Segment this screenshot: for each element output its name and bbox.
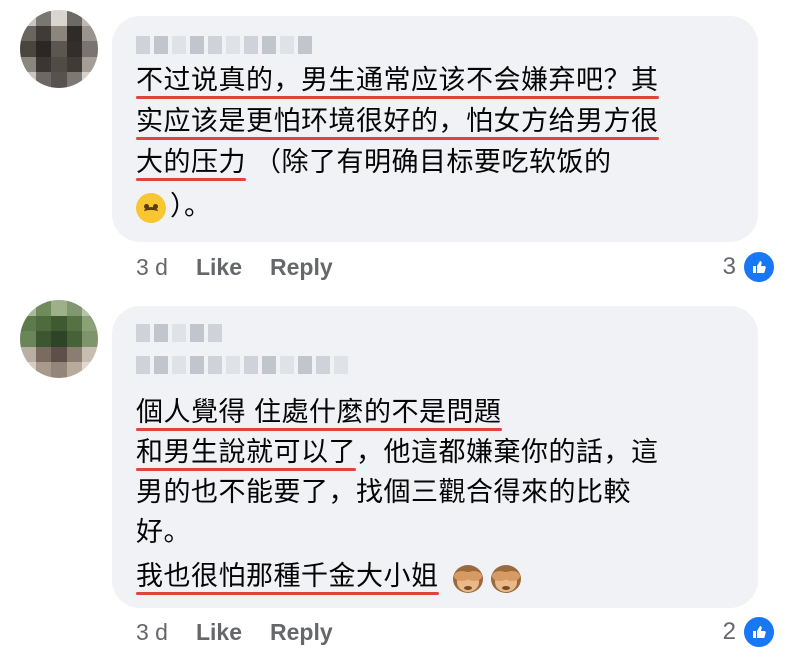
comment-bubble: 個人覺得 住處什麼的不是問題 和男生說就可以了，他這都嫌棄你的話，這 男的也不能…: [112, 306, 758, 608]
like-button[interactable]: Like: [196, 254, 242, 281]
comment-timestamp[interactable]: 3 d: [136, 619, 168, 646]
comment-bubble: 不过说真的，男生通常应该不会嫌弃吧？其 实应该是更怕环境很好的，怕女方给男方很 …: [112, 16, 758, 242]
comment-line: 大的压力 （除了有明确目标要吃软饭的: [136, 142, 612, 182]
commenter-subtitle-blurred: [136, 356, 348, 374]
comment-line: 個人覺得 住處什麼的不是問題: [136, 392, 502, 432]
reaction-summary[interactable]: 2: [723, 615, 776, 649]
upside-down-face-icon: [136, 192, 166, 223]
comment-line: 我也很怕那種千金大小姐: [136, 556, 523, 596]
see-no-evil-monkey-icon: [490, 564, 521, 593]
reply-button[interactable]: Reply: [270, 619, 333, 646]
commenter-name-blurred[interactable]: [136, 36, 312, 54]
comment-line: 和男生說就可以了，他這都嫌棄你的話，這: [136, 432, 659, 472]
comment-actions: 3 d Like Reply: [136, 254, 333, 281]
commenter-name-blurred[interactable]: [136, 324, 222, 342]
see-no-evil-monkey-icon: [452, 564, 483, 593]
comment-line: 男的也不能要了，找個三觀合得來的比較: [136, 477, 631, 507]
comment-line: 不过说真的，男生通常应该不会嫌弃吧？其: [136, 60, 659, 100]
comment-line: 实应该是更怕环境很好的，怕女方给男方很: [136, 101, 659, 141]
comment-line: 好。: [136, 517, 191, 547]
comment-line: ）。: [136, 186, 212, 226]
avatar[interactable]: [20, 10, 98, 88]
thumbs-up-icon: [742, 615, 776, 649]
avatar[interactable]: [20, 300, 98, 378]
reaction-summary[interactable]: 3: [723, 250, 776, 284]
thumbs-up-icon: [742, 250, 776, 284]
like-button[interactable]: Like: [196, 619, 242, 646]
reaction-count: 3: [722, 253, 736, 280]
reply-button[interactable]: Reply: [270, 254, 333, 281]
comment-timestamp[interactable]: 3 d: [136, 254, 168, 281]
comment-actions: 3 d Like Reply: [136, 619, 333, 646]
reaction-count: 2: [722, 618, 736, 645]
